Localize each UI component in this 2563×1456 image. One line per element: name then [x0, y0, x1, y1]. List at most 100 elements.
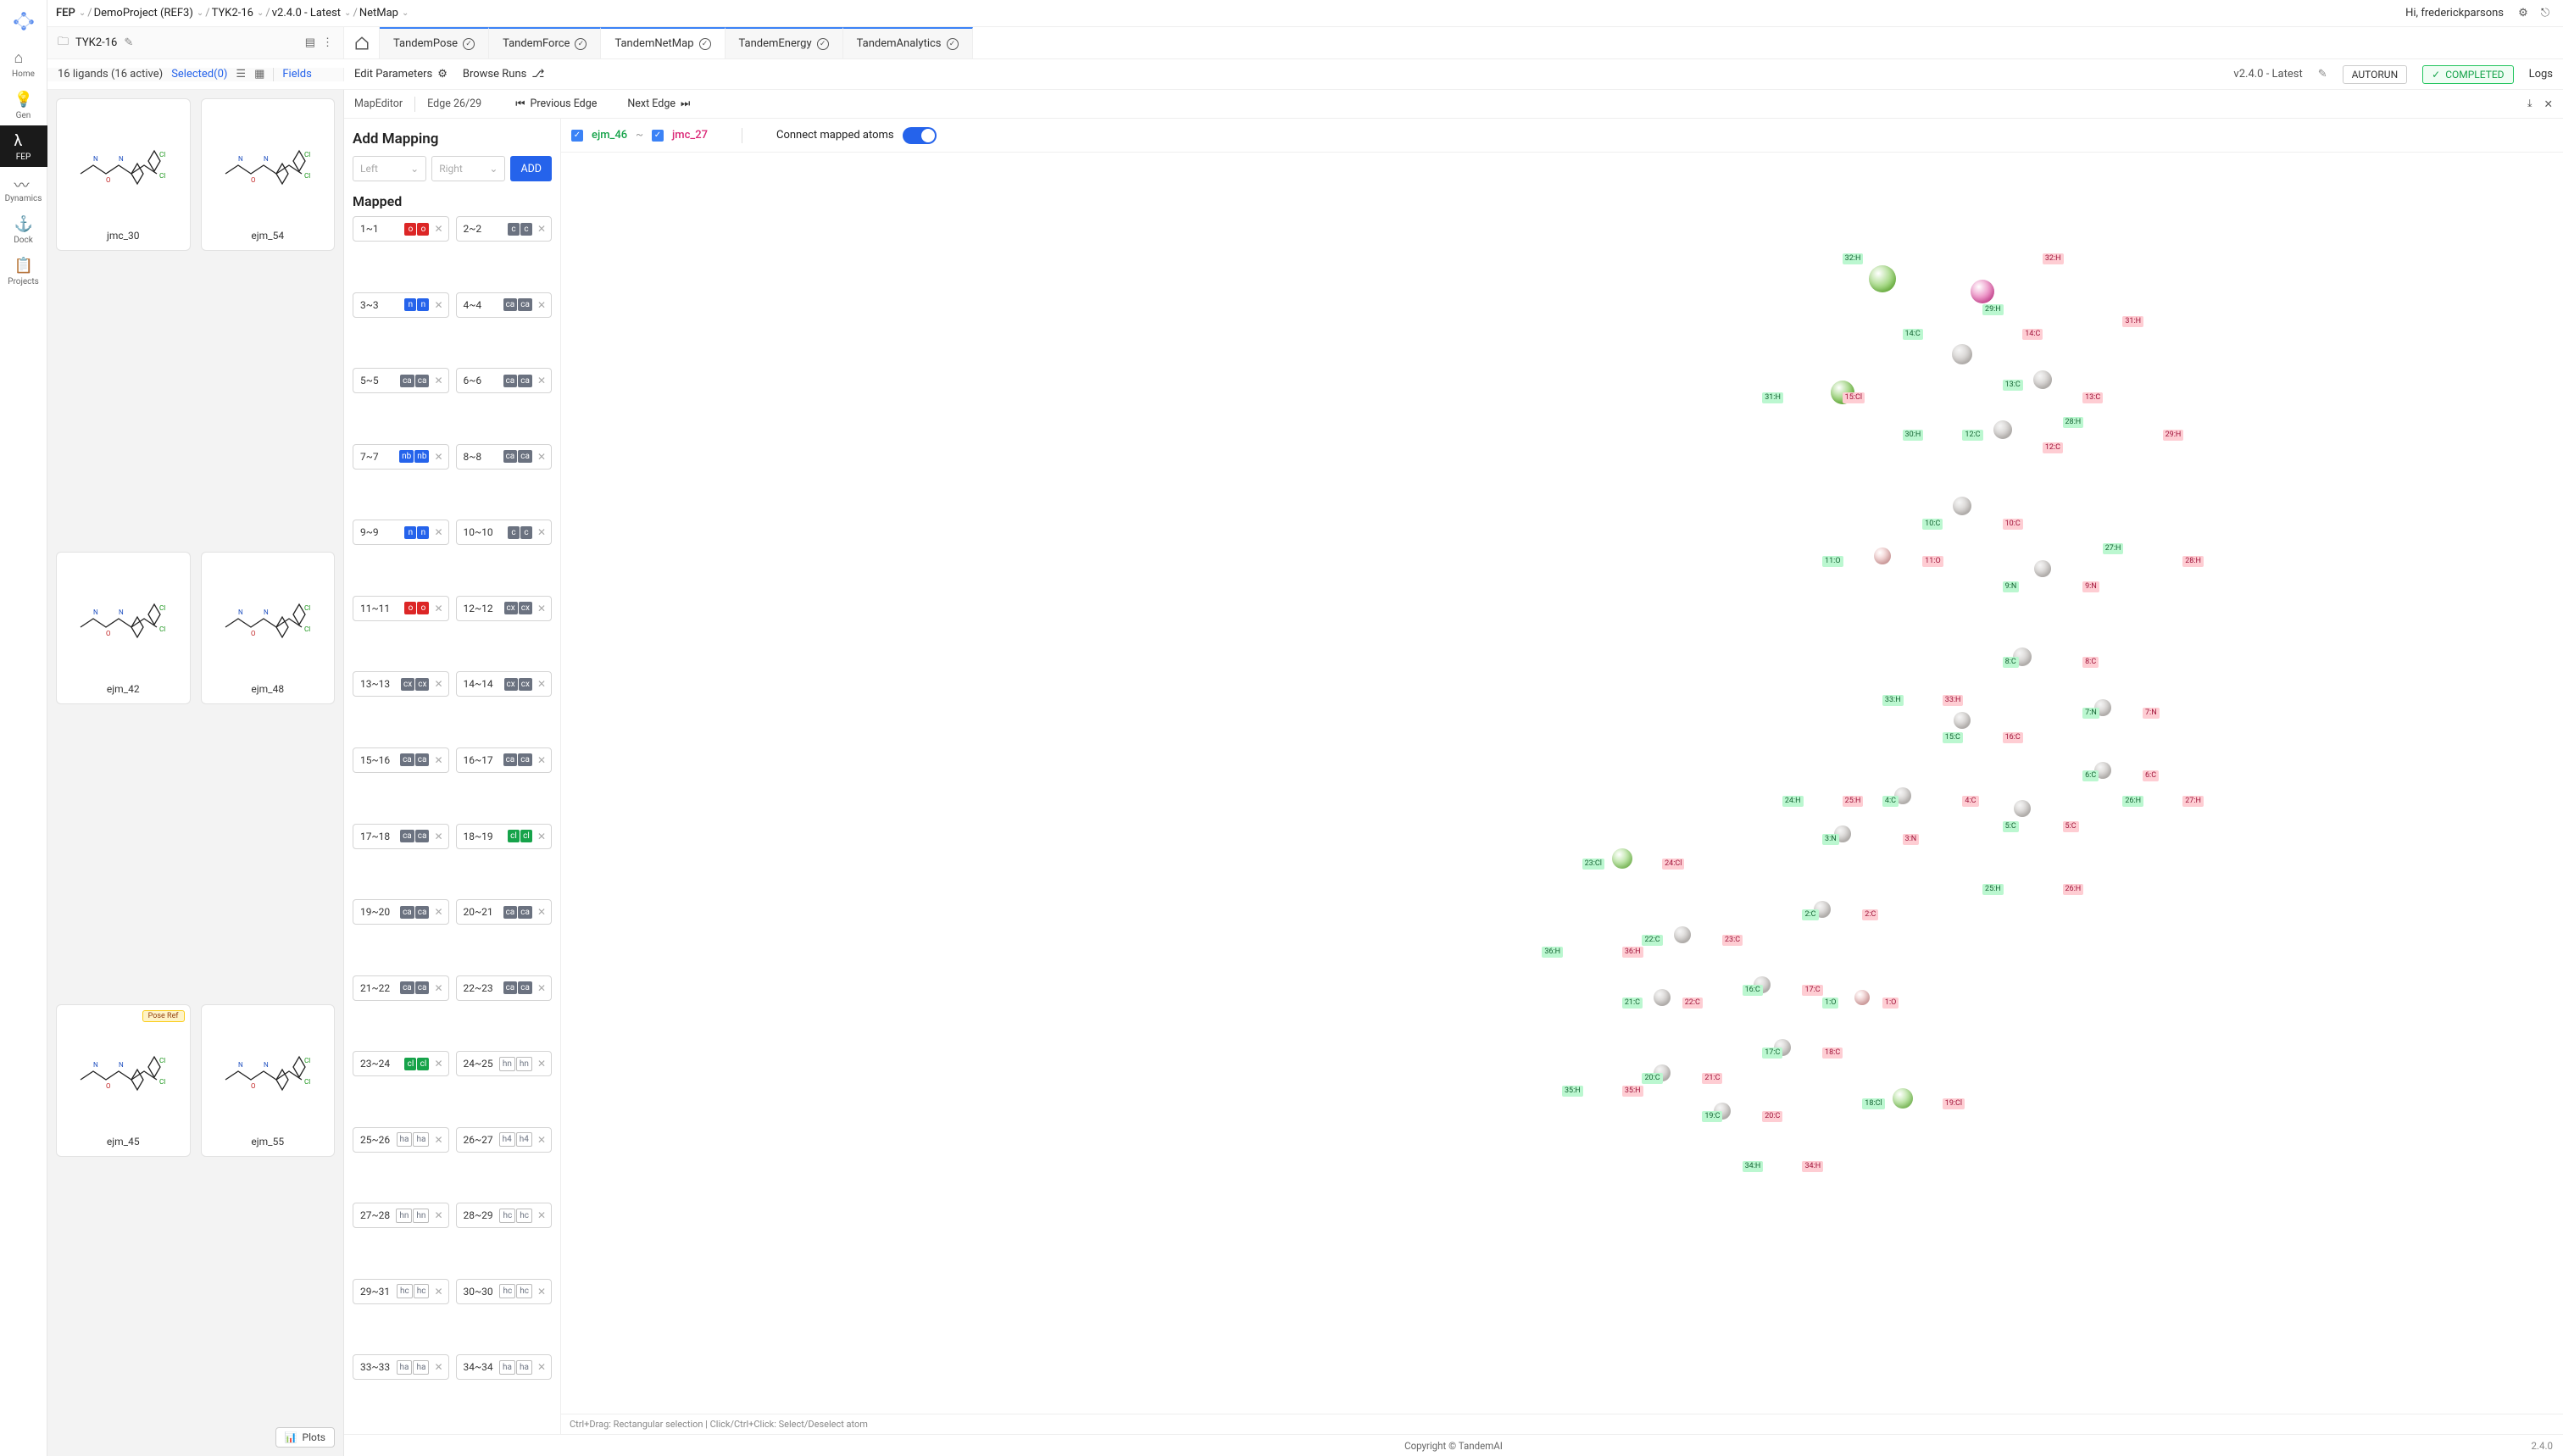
- remove-mapping-icon[interactable]: ✕: [432, 1286, 444, 1298]
- tab-tandempose[interactable]: TandemPose✓: [380, 27, 489, 58]
- nav-gen[interactable]: 💡Gen: [0, 84, 47, 125]
- remove-mapping-icon[interactable]: ✕: [432, 678, 444, 690]
- logs-link[interactable]: Logs: [2529, 68, 2553, 81]
- molecule-viewer[interactable]: 32:H32:H29:H31:H14:C14:C13:C13:C28:H29:H…: [561, 153, 2563, 1414]
- atom-sphere[interactable]: [1654, 989, 1671, 1006]
- atom-sphere[interactable]: [1971, 280, 1994, 303]
- remove-mapping-icon[interactable]: ✕: [432, 1361, 444, 1373]
- breadcrumb-item[interactable]: NetMap ⌄: [359, 7, 409, 19]
- ligand-card[interactable]: NNOClClejm_55: [201, 1004, 336, 1157]
- remove-mapping-icon[interactable]: ✕: [536, 1286, 548, 1298]
- remove-mapping-icon[interactable]: ✕: [432, 526, 444, 538]
- atom-sphere[interactable]: [1869, 265, 1896, 292]
- breadcrumb-item[interactable]: TYK2-16 ⌄: [212, 7, 264, 19]
- prev-edge-button[interactable]: ⏮Previous Edge: [515, 97, 597, 110]
- nav-projects[interactable]: 📋Projects: [0, 250, 47, 292]
- ligand-card[interactable]: Pose RefNNOClClejm_45: [56, 1004, 191, 1157]
- nav-home[interactable]: ⌂Home: [0, 42, 47, 84]
- atom-sphere[interactable]: [1874, 547, 1891, 564]
- grid-view-icon[interactable]: ▦: [254, 68, 264, 81]
- plots-button[interactable]: 📊Plots: [275, 1427, 335, 1448]
- atom-sphere[interactable]: [2034, 560, 2051, 577]
- breadcrumb-item[interactable]: DemoProject (REF3) ⌄: [94, 7, 204, 19]
- logout-icon[interactable]: ⎋: [2536, 4, 2555, 23]
- more-icon[interactable]: ⋮: [322, 36, 333, 49]
- remove-mapping-icon[interactable]: ✕: [432, 451, 444, 463]
- remove-mapping-icon[interactable]: ✕: [432, 1209, 444, 1221]
- nav-dock[interactable]: ⚓Dock: [0, 208, 47, 250]
- remove-mapping-icon[interactable]: ✕: [432, 982, 444, 994]
- remove-mapping-icon[interactable]: ✕: [536, 451, 548, 463]
- ligand-card[interactable]: NNOClClejm_42: [56, 552, 191, 704]
- edit-title-icon[interactable]: ✎: [124, 36, 133, 49]
- remove-mapping-icon[interactable]: ✕: [432, 375, 444, 386]
- atom-sphere[interactable]: [1954, 712, 1971, 729]
- ligand-card[interactable]: NNOClClejm_54: [201, 98, 336, 251]
- atom-type-tag: o: [417, 223, 429, 236]
- fields-link[interactable]: Fields: [282, 68, 311, 81]
- remove-mapping-icon[interactable]: ✕: [536, 982, 548, 994]
- ligand-card[interactable]: NNOClClejm_48: [201, 552, 336, 704]
- remove-mapping-icon[interactable]: ✕: [536, 1209, 548, 1221]
- remove-mapping-icon[interactable]: ✕: [432, 299, 444, 311]
- remove-mapping-icon[interactable]: ✕: [536, 375, 548, 386]
- autorun-button[interactable]: AUTORUN: [2343, 65, 2408, 84]
- atom-sphere[interactable]: [1612, 848, 1632, 869]
- atom-sphere[interactable]: [1952, 344, 1972, 364]
- ligand-name: ejm_45: [107, 1136, 140, 1148]
- tab-tandemenergy[interactable]: TandemEnergy✓: [726, 27, 843, 58]
- remove-mapping-icon[interactable]: ✕: [432, 1058, 444, 1070]
- tab-tandemnetmap[interactable]: TandemNetMap✓: [601, 27, 725, 58]
- remove-mapping-icon[interactable]: ✕: [536, 526, 548, 538]
- right-atom-select[interactable]: Right⌄: [431, 156, 505, 181]
- browse-runs-button[interactable]: Browse Runs ⎇: [463, 68, 544, 81]
- remove-mapping-icon[interactable]: ✕: [536, 754, 548, 766]
- list-toggle-icon[interactable]: ▤: [305, 36, 315, 49]
- edit-version-icon[interactable]: ✎: [2318, 68, 2327, 81]
- atom-sphere[interactable]: [2014, 800, 2031, 817]
- atom-sphere[interactable]: [1674, 926, 1691, 943]
- atom-sphere[interactable]: [1953, 497, 1971, 515]
- ligand-card[interactable]: NNOClCljmc_30: [56, 98, 191, 251]
- lig-right-checkbox[interactable]: [652, 130, 664, 142]
- connect-atoms-toggle[interactable]: [903, 127, 937, 144]
- selected-count[interactable]: Selected(0): [171, 68, 227, 81]
- atom-sphere[interactable]: [1854, 990, 1870, 1005]
- remove-mapping-icon[interactable]: ✕: [536, 299, 548, 311]
- atom-sphere[interactable]: [1893, 1088, 1913, 1109]
- remove-mapping-icon[interactable]: ✕: [432, 223, 444, 235]
- left-atom-select[interactable]: Left⌄: [353, 156, 426, 181]
- atom-label: 7:N: [2143, 708, 2160, 719]
- list-view-icon[interactable]: ☰: [236, 68, 246, 81]
- home-tab[interactable]: [344, 27, 380, 58]
- lig-left-checkbox[interactable]: [571, 130, 583, 142]
- tab-tandemanalytics[interactable]: TandemAnalytics✓: [843, 27, 973, 58]
- pop-out-icon[interactable]: ⤓: [2527, 97, 2532, 110]
- remove-mapping-icon[interactable]: ✕: [536, 603, 548, 614]
- breadcrumb-item[interactable]: v2.4.0 - Latest ⌄: [272, 7, 352, 19]
- remove-mapping-icon[interactable]: ✕: [536, 1361, 548, 1373]
- remove-mapping-icon[interactable]: ✕: [432, 603, 444, 614]
- remove-mapping-icon[interactable]: ✕: [536, 223, 548, 235]
- tab-tandemforce[interactable]: TandemForce✓: [489, 27, 601, 58]
- remove-mapping-icon[interactable]: ✕: [536, 831, 548, 842]
- atom-sphere[interactable]: [1993, 420, 2012, 439]
- next-edge-button[interactable]: Next Edge⏭: [627, 97, 690, 110]
- edit-parameters-button[interactable]: Edit Parameters ⚙: [354, 68, 448, 81]
- remove-mapping-icon[interactable]: ✕: [536, 1134, 548, 1146]
- remove-mapping-icon[interactable]: ✕: [432, 1134, 444, 1146]
- mapping-pair: 25~26: [360, 1134, 393, 1146]
- nav-dynamics[interactable]: 〰Dynamics: [0, 167, 47, 208]
- remove-mapping-icon[interactable]: ✕: [432, 906, 444, 918]
- close-icon[interactable]: ✕: [2544, 97, 2553, 111]
- nav-fep[interactable]: λFEP: [0, 125, 47, 167]
- settings-icon[interactable]: ⚙: [2514, 4, 2532, 23]
- breadcrumb-item[interactable]: FEP ⌄: [56, 7, 86, 19]
- remove-mapping-icon[interactable]: ✕: [536, 1058, 548, 1070]
- add-mapping-button[interactable]: ADD: [510, 156, 552, 181]
- remove-mapping-icon[interactable]: ✕: [432, 754, 444, 766]
- remove-mapping-icon[interactable]: ✕: [536, 906, 548, 918]
- atom-sphere[interactable]: [2033, 370, 2052, 389]
- remove-mapping-icon[interactable]: ✕: [536, 678, 548, 690]
- remove-mapping-icon[interactable]: ✕: [432, 831, 444, 842]
